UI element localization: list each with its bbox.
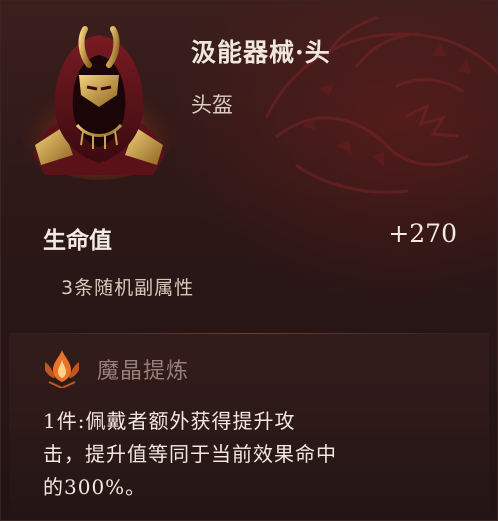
item-tooltip: 汲能器械·头 头盔 生命值 +270 3条随机副属性 魔晶提炼 1件:佩戴者额外… — [0, 0, 498, 521]
primary-stat-value: +270 — [388, 219, 457, 248]
primary-stat-name: 生命值 — [43, 228, 112, 254]
random-affixes-label: 3条随机副属性 — [61, 277, 195, 299]
item-type: 头盔 — [191, 93, 233, 117]
crimson-hooded-golden-helm-icon — [19, 26, 179, 180]
flame-crest-icon — [45, 350, 79, 388]
item-name: 汲能器械·头 — [191, 38, 331, 67]
set-bonus-line: 的300%。 — [43, 475, 147, 499]
section-divider — [9, 333, 489, 334]
primary-stat-row: 生命值 +270 — [43, 217, 457, 257]
set-bonus-line: 击，提升值等同于当前效果命中 — [43, 442, 337, 466]
set-bonus-title: 魔晶提炼 — [97, 359, 190, 384]
set-bonus-description: 1件:佩戴者额外获得提升攻 击，提升值等同于当前效果命中 的300%。 — [43, 405, 453, 504]
set-bonus-line: 1件:佩戴者额外获得提升攻 — [43, 409, 296, 433]
